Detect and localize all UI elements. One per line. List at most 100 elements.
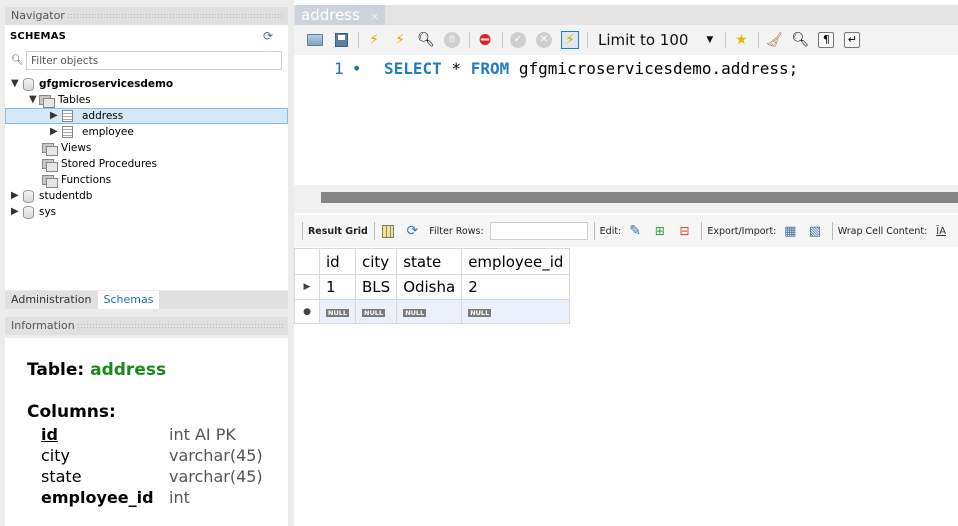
magnifier-icon: 🔍︎ [417,32,435,48]
refresh-schemas-icon[interactable]: ⟳ [263,30,275,42]
toolbar-separator [593,222,595,240]
open-file-button[interactable] [306,31,324,49]
sql-statement[interactable]: SELECT * FROM gfgmicroservicesdemo.addre… [384,59,798,78]
expand-arrow-icon[interactable]: ▼ [11,79,21,89]
autocommit-toggle[interactable]: ⚡ [561,31,579,49]
schemas-title: SCHEMAS [10,31,67,42]
toolbar-separator [831,222,833,240]
stop-on-error-button[interactable]: ⛔︎ [476,31,494,49]
limit-rows-select[interactable]: Limit to 100 ▼ [594,29,717,51]
delete-row-icon: ⊟ [679,224,690,238]
toolbar-separator [725,32,727,48]
find-icon: 🔍︎ [791,32,810,48]
tree-table-address[interactable]: ▶ address [5,108,288,124]
table-name: address [90,360,167,380]
column-header-employee-id[interactable]: employee_id [461,248,571,275]
beautify-button[interactable]: 🧹︎ [765,31,783,49]
sql-editor[interactable]: 1 • SELECT * FROM gfgmicroservicesdemo.a… [294,55,958,185]
column-type: int AI PK [169,425,236,444]
tree-views-folder[interactable]: Views [42,140,91,156]
save-button[interactable] [332,31,350,49]
expand-arrow-icon[interactable]: ▼ [29,95,39,105]
result-grid-tab[interactable]: Result Grid [308,226,368,237]
current-row-marker-icon[interactable]: ▶ [294,274,320,300]
navigator-title: Navigator [11,9,65,22]
database-icon [23,189,34,203]
functions-label: Functions [61,174,112,186]
broom-icon: 🧹︎ [765,32,784,48]
wrap-lines-button[interactable]: ↵ [843,31,861,49]
lightning-cursor-icon: ⚡ [395,32,405,48]
tree-schema-studentdb[interactable]: ▶ studentdb [11,188,92,204]
column-header-state[interactable]: state [396,248,463,275]
horizontal-scrollbar[interactable] [294,185,958,213]
schema-label: sys [39,206,57,218]
commit-button[interactable]: ✓ [509,31,527,49]
edit-row-button[interactable]: ✎ [627,223,643,239]
export-button[interactable]: ▦ [782,223,798,239]
sql-keyword: SELECT [384,59,442,78]
table-label: Table: [27,360,85,380]
toolbar-separator [469,32,470,48]
table-row[interactable]: ▶ 1 BLS Odisha 2 [294,274,571,300]
grid-view-button[interactable] [380,223,396,239]
execute-button[interactable]: ⚡ [365,31,383,49]
row-header-corner [294,248,320,275]
stop-button[interactable]: ✋︎ [443,31,461,49]
filter-objects-input[interactable] [26,51,282,70]
find-button[interactable]: 🔍︎ [791,31,809,49]
tab-address-query[interactable]: address × [295,5,385,25]
rollback-button[interactable]: ✕ [535,31,553,49]
delete-row-button[interactable]: ⊟ [677,223,693,239]
scrollbar-thumb[interactable] [321,192,958,203]
result-toolbar: Result Grid ⟳ Filter Rows: Edit: ✎ ⊞ ⊟ E… [294,215,958,247]
tree-functions-folder[interactable]: Functions [42,172,111,188]
toolbar-separator [373,222,375,240]
x-icon: ✕ [536,32,552,48]
autocommit-icon: ⚡ [565,32,575,48]
grid-cell-null[interactable]: NULL [396,299,463,324]
import-button[interactable]: ▧ [807,223,823,239]
folder-open-icon [307,34,323,46]
close-tab-icon[interactable]: × [370,10,379,23]
filter-rows-input[interactable] [489,222,588,240]
tab-administration[interactable]: Administration [5,291,98,309]
grid-cell[interactable]: 2 [461,274,571,300]
expand-arrow-icon[interactable]: ▶ [50,111,60,121]
execute-current-button[interactable]: ⚡ [391,31,409,49]
explain-button[interactable]: 🔍︎ [417,31,435,49]
navigator-panel: SCHEMAS ⟳ 🔍︎ ▼ gfgmicroservicesdemo ▼ Ta… [5,25,288,290]
new-row[interactable]: ● NULL NULL NULL NULL [294,299,571,324]
grid-header-row: id city state employee_id [294,248,571,275]
grid-cell-null[interactable]: NULL [355,299,398,324]
grid-cell-null[interactable]: NULL [461,299,571,324]
insert-row-button[interactable]: ⊞ [652,223,668,239]
refresh-results-button[interactable]: ⟳ [405,223,421,239]
expand-arrow-icon[interactable]: ▶ [50,127,60,137]
column-header-id[interactable]: id [318,248,357,275]
column-header-city[interactable]: city [355,248,398,275]
new-row-marker-icon[interactable]: ● [294,299,320,324]
tree-tables-folder[interactable]: ▼ Tables [29,92,91,108]
expand-arrow-icon[interactable]: ▶ [11,207,21,217]
tree-table-employee[interactable]: ▶ employee [50,124,134,140]
grid-cell-null[interactable]: NULL [318,299,357,324]
toolbar-separator [302,222,303,240]
wrap-cell-label: Wrap Cell Content: [837,225,928,237]
column-type: varchar(45) [169,467,263,486]
statement-marker: • [352,59,362,78]
grid-cell[interactable]: 1 [318,274,357,300]
wrap-cell-toggle[interactable]: ĪA [933,223,949,239]
navigator-header: Navigator [5,7,288,25]
grid-cell[interactable]: Odisha [396,274,463,300]
tree-schema-sys[interactable]: ▶ sys [11,204,56,220]
mysql-workbench-window: Navigator SCHEMAS ⟳ 🔍︎ ▼ gfgmicroservice… [0,0,958,526]
tab-schemas[interactable]: Schemas [97,291,160,309]
add-snippet-button[interactable]: ★ [732,31,750,49]
invisible-chars-button[interactable]: ¶ [817,31,835,49]
expand-arrow-icon[interactable]: ▶ [11,191,21,201]
tree-procedures-folder[interactable]: Stored Procedures [42,156,157,172]
stop-error-icon: ⛔︎ [479,32,491,48]
tree-schema-gfgmicroservicesdemo[interactable]: ▼ gfgmicroservicesdemo [11,76,173,92]
grid-cell[interactable]: BLS [355,274,398,300]
